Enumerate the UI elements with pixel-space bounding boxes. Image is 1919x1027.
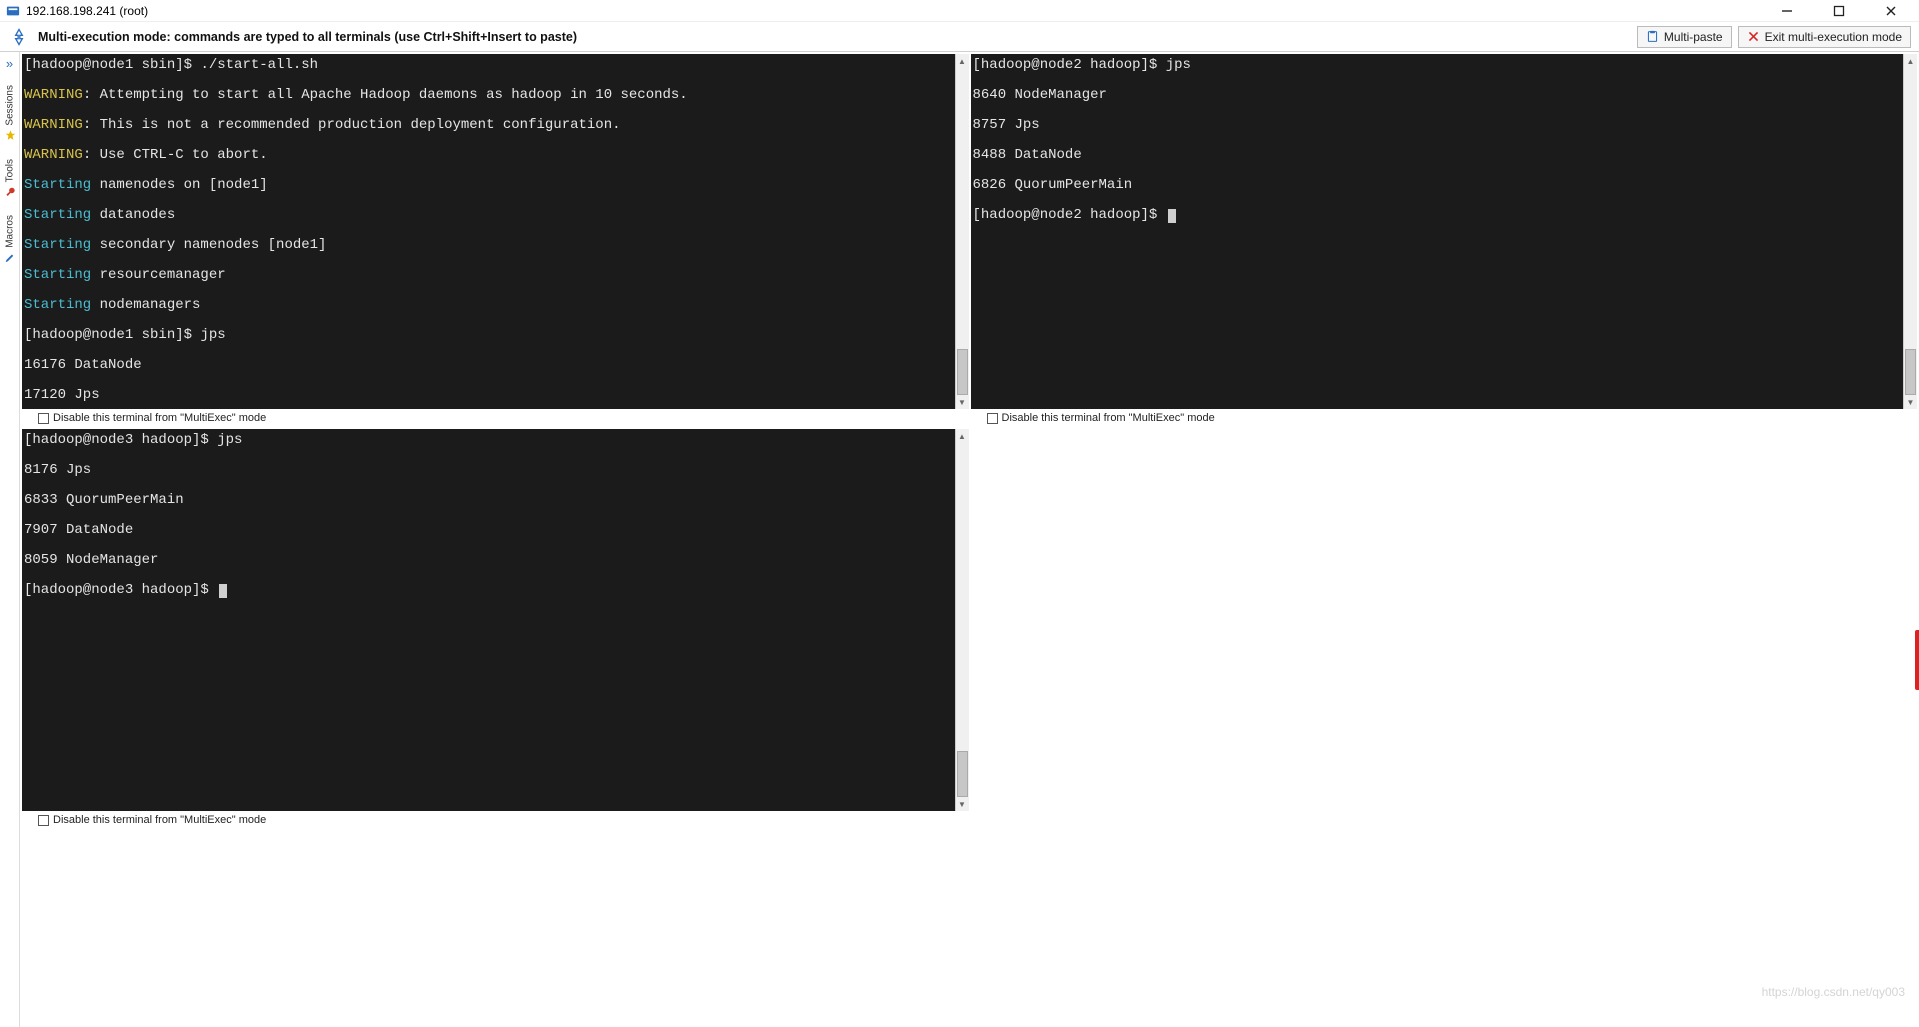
- disable-multiexec-label: Disable this terminal from "MultiExec" m…: [53, 814, 266, 826]
- terminal-pane-node3: [hadoop@node3 hadoop]$ jps 8176 Jps 6833…: [22, 429, 969, 829]
- terminal-grid: [hadoop@node1 sbin]$ ./start-all.sh WARN…: [20, 52, 1919, 1027]
- scroll-track[interactable]: [956, 68, 969, 395]
- side-marker: [1915, 630, 1919, 690]
- sidebar-item-sessions[interactable]: Sessions: [4, 81, 16, 145]
- terminal-pane-node1: [hadoop@node1 sbin]$ ./start-all.sh WARN…: [22, 54, 969, 427]
- content-area: » Sessions Tools Macros [hadoop@node1 sb…: [0, 52, 1919, 1027]
- maximize-button[interactable]: [1825, 2, 1853, 20]
- close-button[interactable]: [1877, 2, 1905, 20]
- scrollbar[interactable]: ▲ ▼: [955, 54, 969, 409]
- terminal-node3[interactable]: [hadoop@node3 hadoop]$ jps 8176 Jps 6833…: [22, 429, 955, 811]
- scroll-down-icon[interactable]: ▼: [1904, 395, 1917, 409]
- sidebar-item-macros[interactable]: Macros: [4, 211, 16, 267]
- scroll-thumb[interactable]: [957, 349, 968, 395]
- sidebar-item-tools[interactable]: Tools: [4, 155, 16, 201]
- wrench-icon: [4, 185, 16, 197]
- disable-multiexec-checkbox[interactable]: [38, 815, 49, 826]
- terminal-footer: Disable this terminal from "MultiExec" m…: [22, 811, 969, 829]
- close-icon: [1747, 30, 1761, 44]
- pencil-icon: [4, 251, 16, 263]
- scroll-up-icon[interactable]: ▲: [956, 54, 969, 68]
- terminal-node2[interactable]: [hadoop@node2 hadoop]$ jps 8640 NodeMana…: [971, 54, 1904, 409]
- star-icon: [4, 129, 16, 141]
- sidebar-item-label: Macros: [4, 215, 15, 248]
- multi-exec-label: Multi-execution mode: commands are typed…: [38, 30, 577, 44]
- multi-exec-toolbar: Multi-execution mode: commands are typed…: [0, 22, 1919, 52]
- exit-multi-exec-button[interactable]: Exit multi-execution mode: [1738, 26, 1911, 48]
- scrollbar[interactable]: ▲ ▼: [1903, 54, 1917, 409]
- app-icon: [6, 4, 20, 18]
- sidebar-expand-icon[interactable]: »: [6, 56, 13, 71]
- scrollbar[interactable]: ▲ ▼: [955, 429, 969, 811]
- window-controls: [1773, 2, 1913, 20]
- terminal-footer: Disable this terminal from "MultiExec" m…: [22, 409, 969, 427]
- terminal-node1[interactable]: [hadoop@node1 sbin]$ ./start-all.sh WARN…: [22, 54, 955, 409]
- scroll-up-icon[interactable]: ▲: [1904, 54, 1917, 68]
- exit-multi-exec-label: Exit multi-execution mode: [1765, 30, 1902, 44]
- window-title: 192.168.198.241 (root): [26, 4, 148, 18]
- clipboard-icon: [1646, 30, 1660, 44]
- scroll-track[interactable]: [1904, 68, 1917, 395]
- scroll-down-icon[interactable]: ▼: [956, 797, 969, 811]
- terminal-footer: Disable this terminal from "MultiExec" m…: [971, 409, 1918, 427]
- sidebar-item-label: Sessions: [4, 85, 15, 126]
- scroll-thumb[interactable]: [957, 751, 968, 797]
- scroll-down-icon[interactable]: ▼: [956, 395, 969, 409]
- terminal-pane-node2: [hadoop@node2 hadoop]$ jps 8640 NodeMana…: [971, 54, 1918, 427]
- disable-multiexec-label: Disable this terminal from "MultiExec" m…: [53, 412, 266, 424]
- window-title-bar: 192.168.198.241 (root): [0, 0, 1919, 22]
- terminal-pane-empty: [971, 429, 1918, 829]
- disable-multiexec-label: Disable this terminal from "MultiExec" m…: [1002, 412, 1215, 424]
- sidebar-item-label: Tools: [4, 159, 15, 182]
- disable-multiexec-checkbox[interactable]: [987, 413, 998, 424]
- multi-exec-icon: [8, 26, 30, 48]
- scroll-up-icon[interactable]: ▲: [956, 429, 969, 443]
- minimize-button[interactable]: [1773, 2, 1801, 20]
- scroll-thumb[interactable]: [1905, 349, 1916, 395]
- multi-paste-button[interactable]: Multi-paste: [1637, 26, 1732, 48]
- disable-multiexec-checkbox[interactable]: [38, 413, 49, 424]
- scroll-track[interactable]: [956, 443, 969, 797]
- multi-paste-label: Multi-paste: [1664, 30, 1723, 44]
- sidebar: » Sessions Tools Macros: [0, 52, 20, 1027]
